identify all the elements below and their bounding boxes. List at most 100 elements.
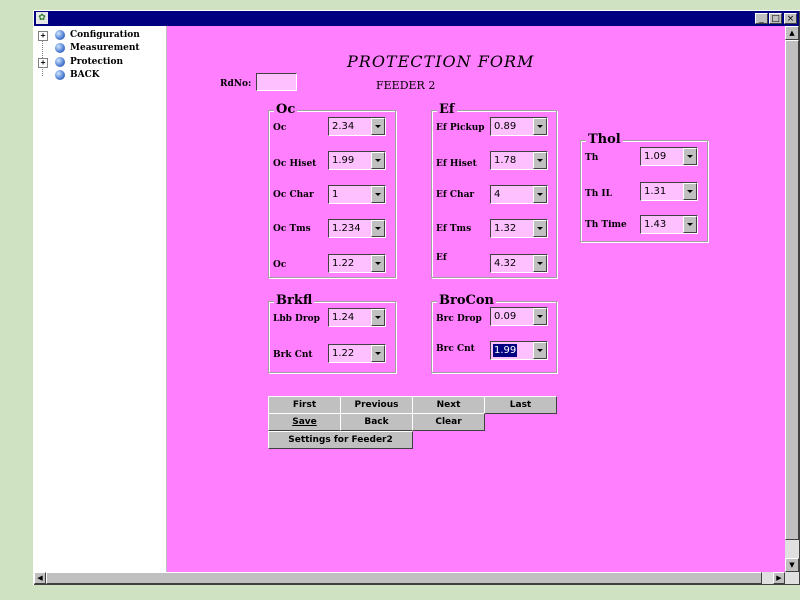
last-button[interactable]: Last [484,396,557,414]
horizontal-scrollbar[interactable]: ◀ ▶ [34,572,799,584]
tree-item-label: Protection [70,57,123,67]
combo-value: 0.09 [494,311,517,322]
save-button[interactable]: Save [268,413,341,431]
navigation-tree: + Configuration Measurement + Protection… [34,26,166,572]
combo-value: 2.34 [332,121,355,132]
next-button[interactable]: Next [412,396,485,414]
tree-item-label: Measurement [70,43,140,53]
oc-second-combo[interactable]: 1.22 [328,254,386,273]
dropdown-arrow-icon[interactable] [371,309,385,326]
app-icon[interactable]: ✿ [36,12,48,24]
group-title: Thol [586,132,623,147]
field-label: Th Time [585,220,627,230]
expand-icon[interactable]: + [38,58,48,68]
globe-icon [55,70,65,80]
dropdown-arrow-icon[interactable] [371,118,385,135]
group-brkfl: Brkfl Lbb Drop 1.24 Brk Cnt 1.22 [268,293,396,373]
scroll-right-icon[interactable]: ▶ [773,572,785,584]
ef-tms-combo[interactable]: 1.32 [490,219,548,238]
group-oc: Oc Oc 2.34 Oc Hiset 1.99 Oc Char 1 Oc Tm… [268,102,396,278]
combo-value: 1.43 [644,219,667,230]
group-title: Ef [437,102,457,117]
group-title: BroCon [437,293,496,308]
dropdown-arrow-icon[interactable] [533,220,547,237]
dropdown-arrow-icon[interactable] [683,183,697,200]
field-label: Brc Drop [436,314,482,324]
rdno-input[interactable] [256,73,297,91]
dropdown-arrow-icon[interactable] [533,186,547,203]
feeder-subtitle: FEEDER 2 [376,79,436,92]
oc-combo[interactable]: 2.34 [328,117,386,136]
brc-drop-combo[interactable]: 0.09 [490,307,548,326]
dropdown-arrow-icon[interactable] [683,216,697,233]
dropdown-arrow-icon[interactable] [533,152,547,169]
group-title: Oc [274,102,298,117]
dropdown-arrow-icon[interactable] [371,255,385,272]
oc-char-combo[interactable]: 1 [328,185,386,204]
combo-value: 1.24 [332,312,355,323]
field-label: Th IL [585,189,612,199]
group-ef: Ef Ef Pickup 0.89 Ef Hiset 1.78 Ef Char … [431,102,557,278]
combo-value: 1.99 [493,344,518,357]
field-label: Ef Pickup [436,123,485,133]
page-title: PROTECTION FORM [347,52,535,71]
group-thol: Thol Th 1.09 Th IL 1.31 Th Time 1.43 [580,132,708,242]
scrollbar-thumb[interactable] [46,572,762,584]
th-combo[interactable]: 1.09 [640,147,698,166]
field-label: Oc Char [273,190,314,200]
scrollbar-thumb[interactable] [785,40,799,540]
ef-char-combo[interactable]: 4 [490,185,548,204]
th-il-combo[interactable]: 1.31 [640,182,698,201]
ef-hiset-combo[interactable]: 1.78 [490,151,548,170]
tree-item-label: Configuration [70,30,140,40]
dropdown-arrow-icon[interactable] [533,255,547,272]
dropdown-arrow-icon[interactable] [371,220,385,237]
th-time-combo[interactable]: 1.43 [640,215,698,234]
expand-icon[interactable]: + [38,31,48,41]
dropdown-arrow-icon[interactable] [683,148,697,165]
field-label: Ef Char [436,190,475,200]
application-window: ✿ _ □ × + Configuration Measurement + Pr… [33,10,800,585]
field-label: Oc Hiset [273,159,317,169]
oc-hiset-combo[interactable]: 1.99 [328,151,386,170]
close-button[interactable]: × [784,13,797,24]
first-button[interactable]: First [268,396,341,414]
field-label: Th [585,153,599,163]
brc-cnt-combo[interactable]: 1.99 [490,341,548,360]
combo-value: 0.89 [494,121,517,132]
tree-item-label: BACK [70,70,100,80]
combo-value: 1.234 [332,223,361,234]
previous-button[interactable]: Previous [340,396,413,414]
dropdown-arrow-icon[interactable] [533,342,547,359]
combo-value: 4 [494,189,501,200]
clear-button[interactable]: Clear [412,413,485,431]
oc-tms-combo[interactable]: 1.234 [328,219,386,238]
minimize-button[interactable]: _ [755,13,768,24]
brk-cnt-combo[interactable]: 1.22 [328,344,386,363]
dropdown-arrow-icon[interactable] [371,152,385,169]
back-button[interactable]: Back [340,413,413,431]
vertical-scrollbar[interactable]: ▲ ▼ [785,26,799,572]
lbb-drop-combo[interactable]: 1.24 [328,308,386,327]
field-label: Ef [436,253,447,263]
combo-value: 1.22 [332,348,355,359]
combo-value: 1.78 [494,155,517,166]
group-title: Brkfl [274,293,315,308]
dropdown-arrow-icon[interactable] [533,308,547,325]
combo-value: 1.32 [494,223,517,234]
scroll-left-icon[interactable]: ◀ [34,572,46,584]
scroll-up-icon[interactable]: ▲ [785,26,799,40]
settings-for-feeder-button[interactable]: Settings for Feeder2 [268,431,413,449]
title-bar[interactable]: ✿ _ □ × [34,11,799,26]
field-label: Brk Cnt [273,350,313,360]
combo-value: 1.99 [332,155,355,166]
maximize-button[interactable]: □ [769,13,782,24]
dropdown-arrow-icon[interactable] [371,345,385,362]
dropdown-arrow-icon[interactable] [371,186,385,203]
ef-pickup-combo[interactable]: 0.89 [490,117,548,136]
field-label: Lbb Drop [273,314,320,324]
ef-second-combo[interactable]: 4.32 [490,254,548,273]
dropdown-arrow-icon[interactable] [533,118,547,135]
scroll-down-icon[interactable]: ▼ [785,558,799,572]
combo-value: 4.32 [494,258,517,269]
